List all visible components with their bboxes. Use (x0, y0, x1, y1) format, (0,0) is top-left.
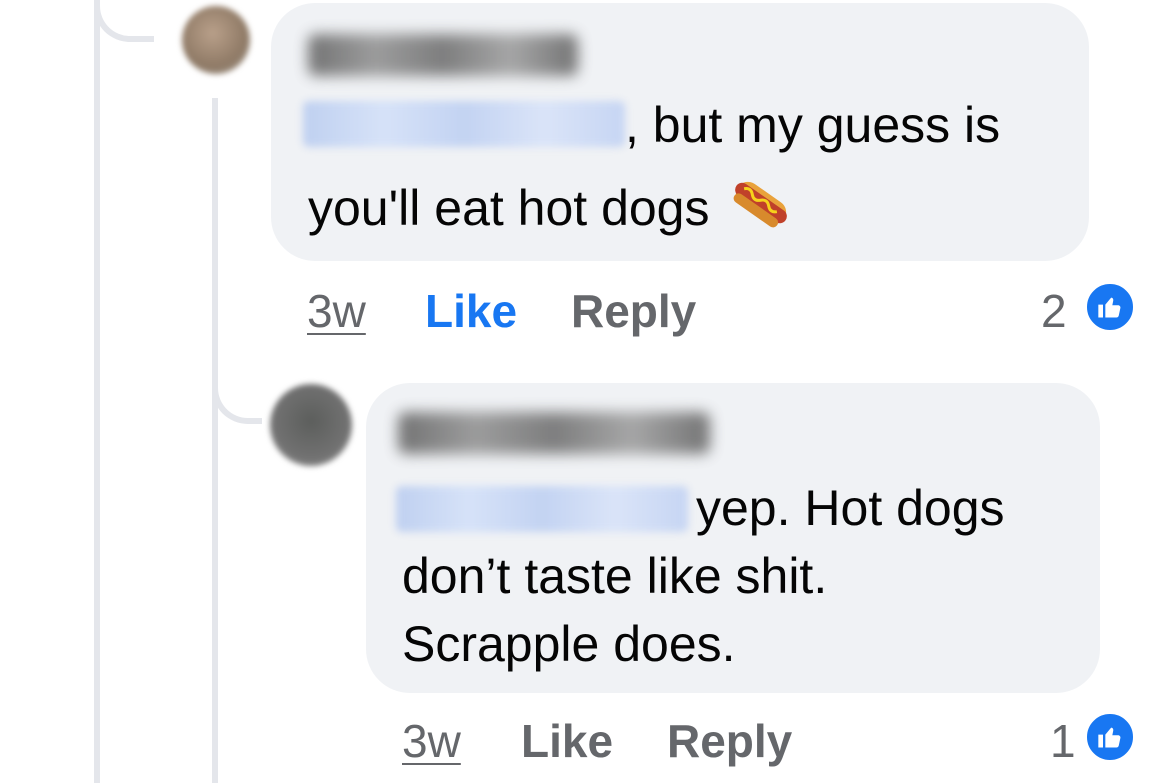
comment-timestamp[interactable]: 3w (402, 714, 461, 768)
reply-button[interactable]: Reply (571, 284, 696, 338)
comment-text: yep. Hot dogs (696, 480, 1005, 536)
like-reaction-icon[interactable] (1084, 281, 1136, 333)
hotdog-icon (734, 181, 788, 228)
thread-connector-top (94, 0, 154, 42)
comment-timestamp[interactable]: 3w (307, 284, 366, 338)
thumbs-up-icon (1098, 297, 1121, 318)
thread-line-inner (212, 98, 218, 783)
comment-text: don’t taste like shit. (402, 548, 828, 604)
like-count[interactable]: 1 (1050, 714, 1076, 768)
mention-tag[interactable] (396, 486, 688, 532)
comment-text: you'll eat hot dogs (308, 171, 793, 242)
mention-tag[interactable] (303, 101, 625, 147)
comment-text: , but my guess is (625, 97, 1001, 153)
thumbs-up-icon (1098, 727, 1121, 748)
avatar[interactable] (182, 6, 250, 74)
commenter-name[interactable] (308, 34, 578, 76)
reply-button[interactable]: Reply (667, 714, 792, 768)
thread-line-outer (94, 0, 100, 783)
like-button[interactable]: Like (521, 714, 613, 768)
like-count[interactable]: 2 (1041, 284, 1067, 338)
comment-text: Scrapple does. (402, 616, 736, 672)
like-reaction-icon[interactable] (1084, 711, 1136, 763)
thread-connector-reply (212, 340, 262, 424)
like-button[interactable]: Like (425, 284, 517, 338)
commenter-name[interactable] (398, 412, 710, 454)
avatar[interactable] (270, 384, 352, 466)
